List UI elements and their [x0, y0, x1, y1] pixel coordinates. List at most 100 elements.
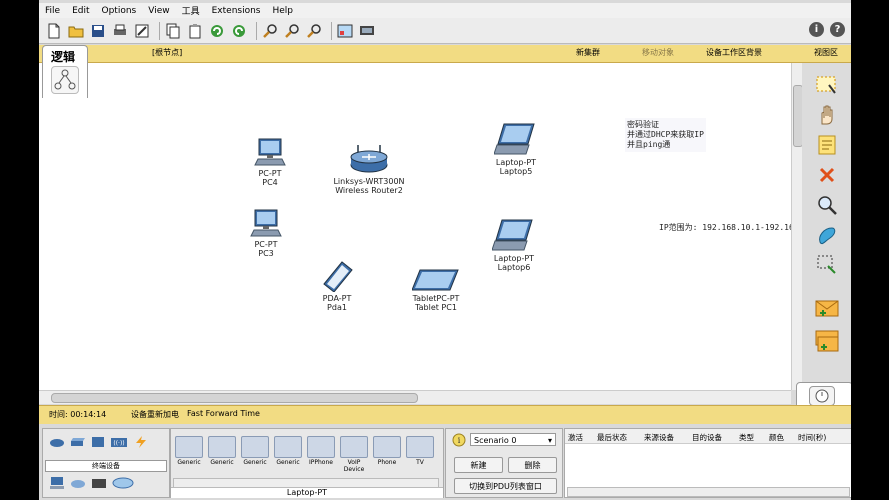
custom-device-icon[interactable]	[358, 22, 376, 40]
save-icon[interactable]	[89, 22, 107, 40]
device-category-box: ((·)) 终端设备	[42, 428, 170, 498]
select-tool-icon[interactable]	[814, 73, 840, 97]
toolbar-separator	[331, 21, 332, 40]
device-name-label: Wireless Router2	[335, 186, 403, 195]
device-pda1[interactable]: PDA-PT Pda1	[315, 260, 359, 312]
toolbar-separator	[159, 21, 160, 40]
logical-tab[interactable]: 逻辑	[42, 45, 88, 98]
device-item-generic-laptop[interactable]: Generic	[208, 436, 236, 466]
device-type-label: TabletPC-PT	[412, 294, 460, 303]
note-password-auth[interactable]: 密码验证 并通过DHCP来获取IP 并且ping通	[625, 118, 706, 152]
scenario-select[interactable]: Scenario 0 ▾	[470, 433, 556, 446]
toolbar-separator	[256, 21, 257, 40]
device-laptop6[interactable]: Laptop-PT Laptop6	[488, 218, 540, 272]
new-file-icon[interactable]	[45, 22, 63, 40]
new-cluster-button[interactable]: 新集群	[576, 47, 600, 58]
cloud-category-icon[interactable]	[70, 476, 86, 490]
move-object-button[interactable]: 移动对象	[642, 47, 674, 58]
activity-wizard-icon[interactable]	[133, 22, 151, 40]
print-icon[interactable]	[111, 22, 129, 40]
menu-file[interactable]: File	[39, 6, 66, 16]
zoom-out-icon[interactable]	[305, 22, 323, 40]
draw-shape-tool-icon[interactable]	[814, 223, 840, 247]
palette-icon[interactable]	[336, 22, 354, 40]
device-item-tv[interactable]: TV	[406, 436, 434, 466]
device-item-generic-server[interactable]: Generic	[241, 436, 269, 466]
delete-scenario-button[interactable]: 删除	[508, 457, 557, 473]
set-background-button[interactable]: 设备工作区背景	[706, 47, 762, 58]
selected-device-label: Laptop-PT	[171, 487, 443, 498]
connections-category-icon[interactable]	[133, 436, 149, 448]
menu-help[interactable]: Help	[266, 6, 299, 16]
logical-workspace-bar: [根节点] 新集群 移动对象 设备工作区背景 视图区	[39, 45, 851, 63]
pdu-col-time: 时间(秒)	[798, 433, 827, 442]
device-tablet-pc1[interactable]: TabletPC-PT Tablet PC1	[407, 268, 465, 312]
menu-tools[interactable]: 工具	[176, 4, 206, 17]
pdu-col-type: 类型	[739, 433, 754, 442]
device-name-label: PC3	[258, 249, 274, 258]
redo-icon[interactable]	[230, 22, 248, 40]
device-name-label: Laptop6	[497, 263, 531, 272]
hand-tool-icon[interactable]	[814, 103, 840, 127]
pdu-col-color: 颜色	[769, 433, 784, 442]
device-item-phone[interactable]: Phone	[373, 436, 401, 466]
resize-shape-tool-icon[interactable]	[814, 253, 840, 277]
undo-icon[interactable]	[208, 22, 226, 40]
device-pc4[interactable]: PC-PT PC4	[245, 137, 295, 187]
zoom-reset-icon[interactable]	[283, 22, 301, 40]
help-icon[interactable]: ?	[830, 22, 845, 37]
device-item-ipphone[interactable]: IPPhone	[307, 436, 335, 466]
menu-edit[interactable]: Edit	[66, 6, 95, 16]
pdu-horizontal-scrollbar[interactable]	[567, 487, 850, 497]
new-scenario-button[interactable]: 新建	[454, 457, 503, 473]
device-item-generic-pc[interactable]: Generic	[175, 436, 203, 466]
menu-view[interactable]: View	[142, 6, 175, 16]
device-type-label: PC-PT	[258, 169, 282, 178]
info-icon[interactable]: i	[809, 22, 824, 37]
viewport-button[interactable]: 视图区	[814, 47, 838, 58]
pdu-col-last-status: 最后状态	[597, 433, 627, 442]
end-device-icon[interactable]	[49, 476, 65, 490]
note-tool-icon[interactable]	[814, 133, 840, 157]
switch-category-icon[interactable]	[70, 436, 86, 448]
device-type-label: Laptop-PT	[495, 158, 537, 167]
horizontal-scroll-thumb[interactable]	[51, 393, 418, 403]
toggle-pdu-list-button[interactable]: 切换到PDU列表窗口	[454, 478, 557, 494]
copy-icon[interactable]	[164, 22, 182, 40]
custom-category-icon[interactable]	[91, 476, 107, 490]
fast-forward-button[interactable]: Fast Forward Time	[187, 409, 260, 418]
device-item-voip[interactable]: VoIP Device	[340, 436, 368, 473]
device-list-box: Generic Generic Generic Generic IPPhone …	[170, 428, 444, 498]
pc-icon	[250, 209, 282, 237]
root-node-label[interactable]: [根节点]	[152, 47, 182, 58]
multiuser-category-icon[interactable]	[112, 476, 134, 490]
menu-options[interactable]: Options	[96, 6, 143, 16]
canvas-horizontal-scrollbar[interactable]	[39, 390, 791, 404]
pdu-col-destination: 目的设备	[692, 433, 722, 442]
device-laptop5[interactable]: Laptop-PT Laptop5	[490, 122, 542, 176]
menu-extensions[interactable]: Extensions	[206, 6, 267, 16]
scenario-info-icon[interactable]: i	[452, 433, 466, 450]
inspect-tool-icon[interactable]	[814, 193, 840, 217]
note-ip-range[interactable]: IP范围为: 192.168.10.1-192.16	[659, 223, 794, 233]
laptop-icon	[494, 123, 535, 155]
time-bar: 时间: 00:14:14 设备重新加电 Fast Forward Time	[39, 405, 851, 425]
device-wireless-router2[interactable]: Linksys-WRT300N Wireless Router2	[329, 143, 409, 195]
add-complex-pdu-icon[interactable]	[814, 329, 840, 353]
zoom-in-icon[interactable]	[261, 22, 279, 40]
delete-tool-icon[interactable]	[814, 163, 840, 187]
device-item-generic-printer[interactable]: Generic	[274, 436, 302, 466]
device-name-label: Laptop5	[499, 167, 533, 176]
open-folder-icon[interactable]	[67, 22, 85, 40]
device-pc3[interactable]: PC-PT PC3	[241, 208, 291, 258]
add-simple-pdu-icon[interactable]	[814, 296, 840, 320]
paste-icon[interactable]	[186, 22, 204, 40]
power-cycle-button[interactable]: 设备重新加电	[131, 409, 179, 420]
workspace-canvas[interactable]: PC-PT PC4 Linksys-WRT300N Wireless Route…	[39, 63, 794, 390]
hub-category-icon[interactable]	[91, 436, 105, 448]
topology-icon	[51, 66, 79, 94]
logical-tab-label: 逻辑	[51, 50, 76, 64]
wireless-category-icon[interactable]: ((·))	[110, 436, 128, 448]
chevron-down-icon: ▾	[547, 436, 552, 445]
router-category-icon[interactable]	[49, 436, 65, 448]
